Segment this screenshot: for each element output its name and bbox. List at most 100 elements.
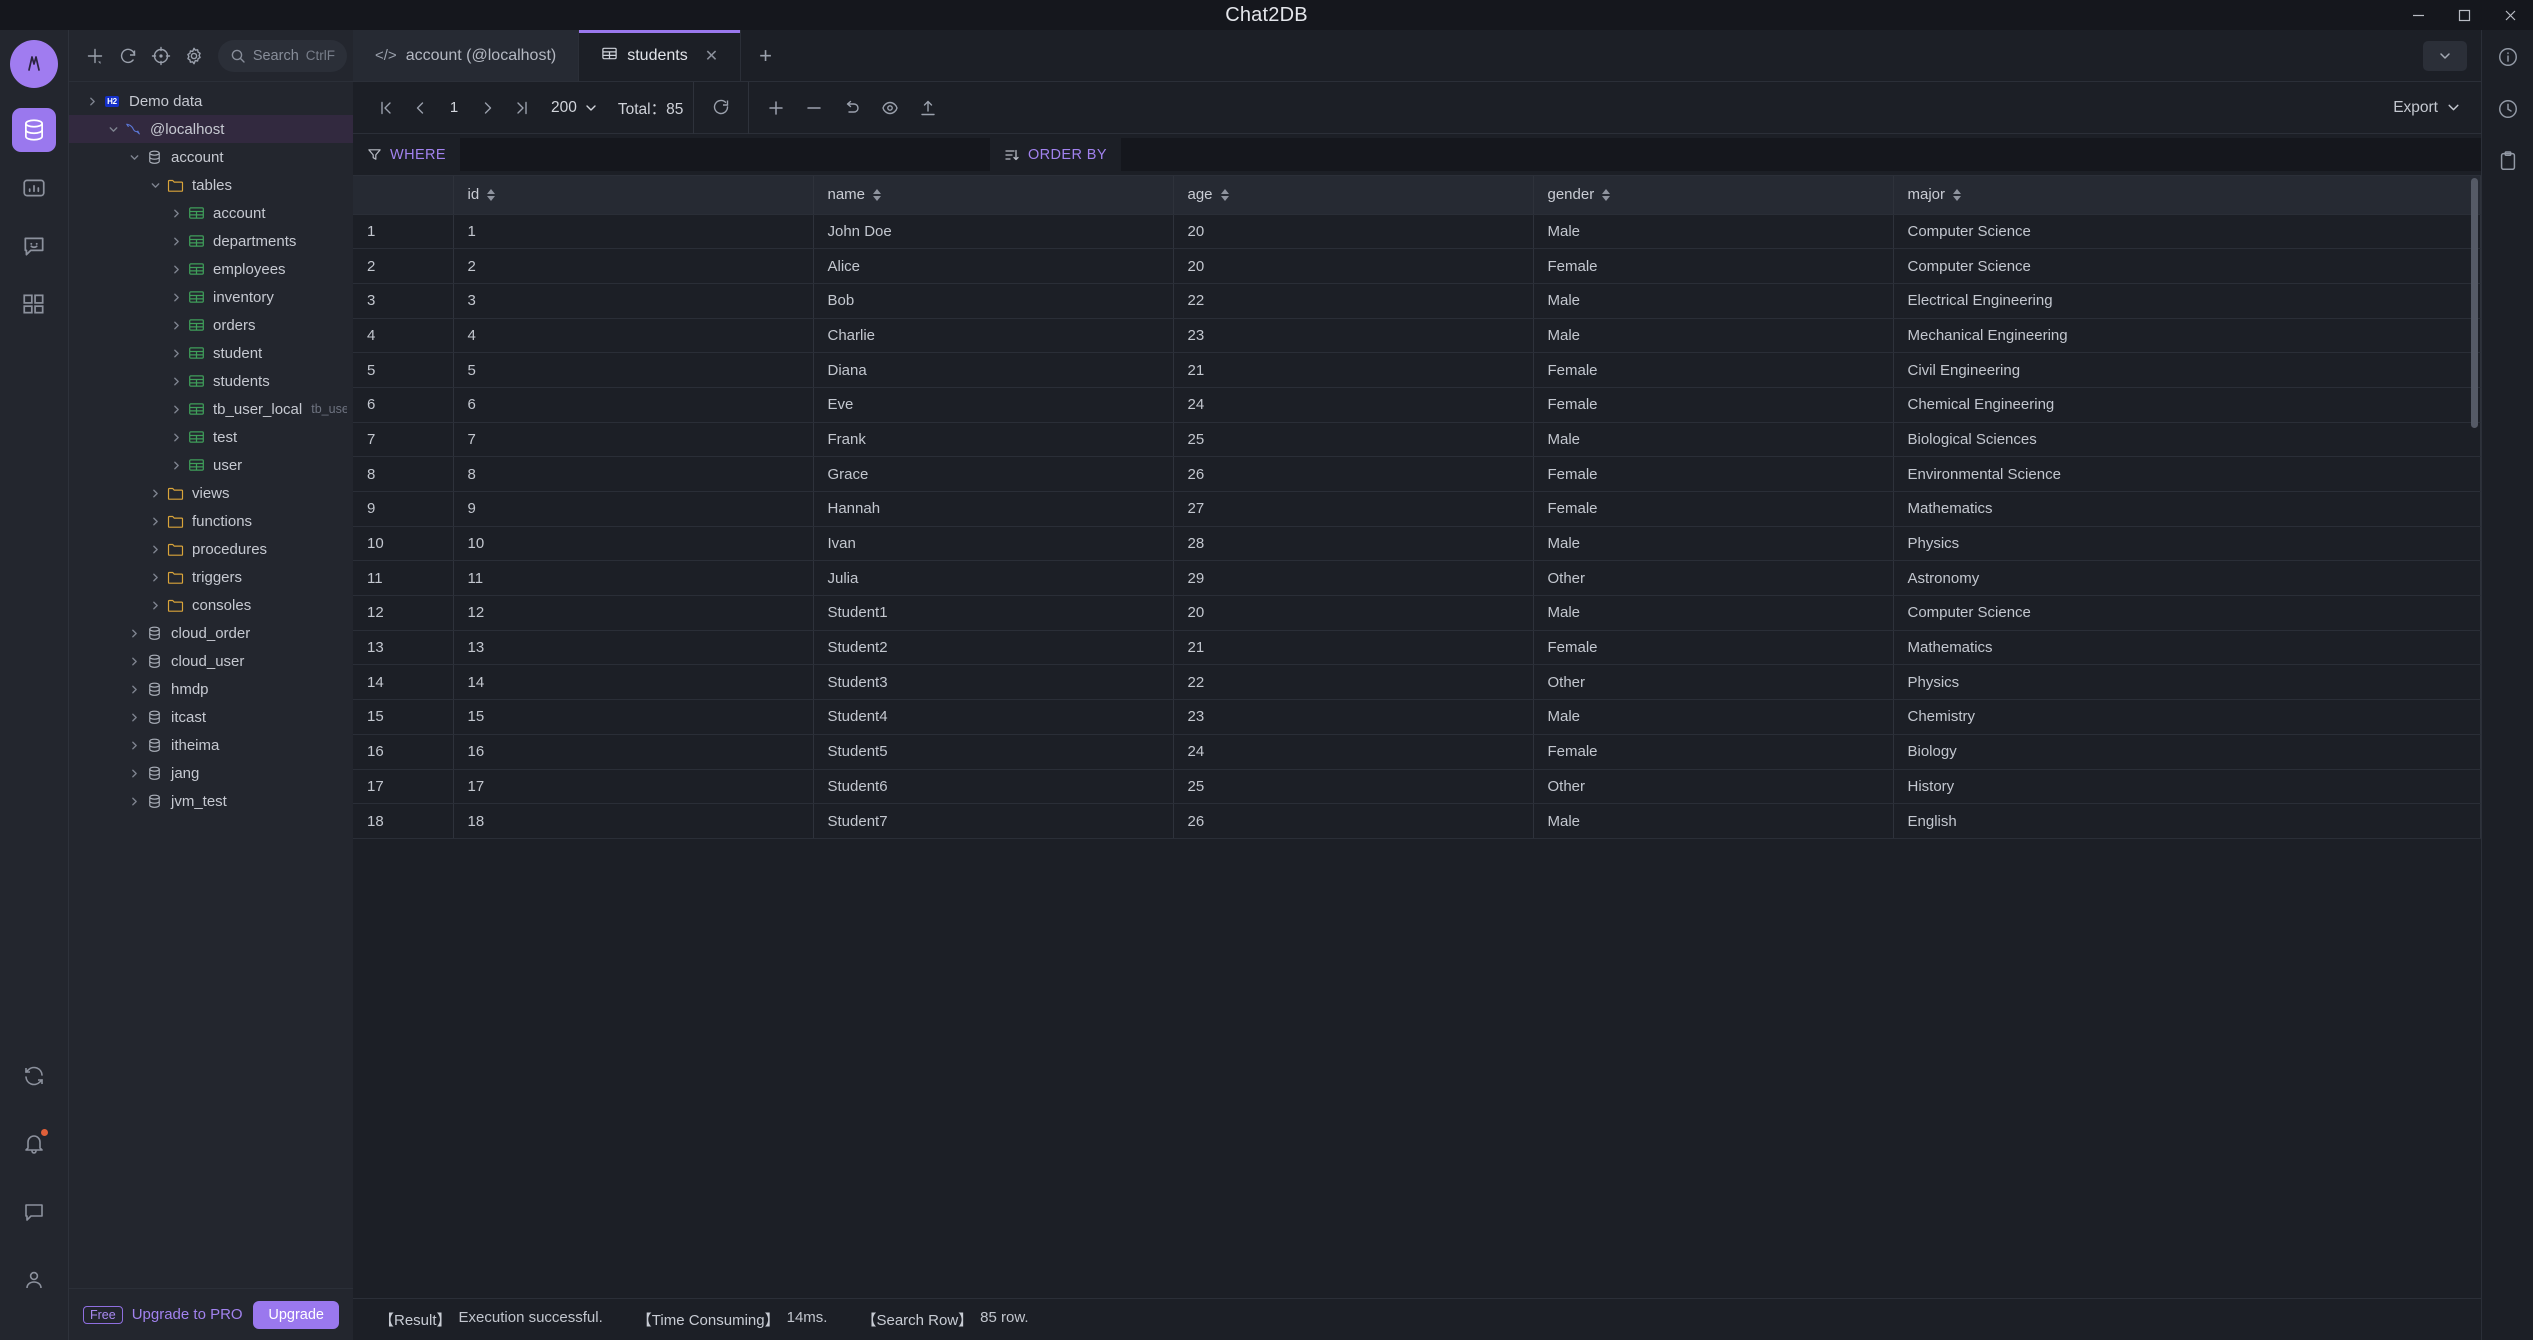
chevron-right-icon[interactable] <box>167 432 185 443</box>
chevron-right-icon[interactable] <box>167 320 185 331</box>
cell-name[interactable]: Alice <box>813 248 1174 284</box>
tree-item-student[interactable]: student <box>69 339 353 367</box>
chevron-right-icon[interactable] <box>167 264 185 275</box>
cell-name[interactable]: Diana <box>813 352 1174 388</box>
rail-item-notifications[interactable] <box>12 1122 56 1166</box>
chevron-right-icon[interactable] <box>146 572 164 583</box>
cell-id[interactable]: 3 <box>453 283 814 319</box>
cell-age[interactable]: 21 <box>1173 630 1534 666</box>
chevron-right-icon[interactable] <box>125 768 143 779</box>
tree-item-consoles[interactable]: consoles <box>69 591 353 619</box>
target-icon[interactable] <box>145 40 176 72</box>
cell-gender[interactable]: Male <box>1533 422 1894 458</box>
tree-item-students[interactable]: students <box>69 367 353 395</box>
tree-item-user[interactable]: user <box>69 451 353 479</box>
new-tab-button[interactable]: + <box>741 30 790 81</box>
cell-name[interactable]: Student5 <box>813 734 1174 770</box>
next-page-icon[interactable] <box>473 93 503 123</box>
table-row[interactable]: 17 17 Student6 25 Other History <box>353 769 2481 805</box>
search-input[interactable]: Search CtrlF <box>217 39 348 72</box>
tree-item-demo-data[interactable]: H2 Demo data <box>69 87 353 115</box>
cell-name[interactable]: John Doe <box>813 214 1174 250</box>
cell-age[interactable]: 24 <box>1173 387 1534 423</box>
cell-gender[interactable]: Male <box>1533 526 1894 562</box>
info-icon[interactable] <box>2491 40 2525 74</box>
cell-age[interactable]: 24 <box>1173 734 1534 770</box>
cell-id[interactable]: 15 <box>453 699 814 735</box>
cell-major[interactable]: Physics <box>1893 526 2481 562</box>
cell-gender[interactable]: Female <box>1533 491 1894 527</box>
sort-icon[interactable] <box>1953 188 1962 201</box>
table-row[interactable]: 10 10 Ivan 28 Male Physics <box>353 526 2481 562</box>
table-row[interactable]: 14 14 Student3 22 Other Physics <box>353 664 2481 701</box>
upgrade-to-pro-link[interactable]: Upgrade to PRO <box>132 1306 245 1323</box>
cell-major[interactable]: Computer Science <box>1893 595 2481 631</box>
cell-name[interactable]: Student6 <box>813 769 1174 805</box>
table-row[interactable]: 15 15 Student4 23 Male Chemistry <box>353 699 2481 735</box>
refresh-icon[interactable] <box>704 91 738 125</box>
cell-age[interactable]: 25 <box>1173 769 1534 805</box>
chevron-right-icon[interactable] <box>125 656 143 667</box>
cell-major[interactable]: Environmental Science <box>1893 456 2481 492</box>
cell-gender[interactable]: Female <box>1533 352 1894 388</box>
table-row[interactable]: 12 12 Student1 20 Male Computer Science <box>353 595 2481 631</box>
chevron-down-icon[interactable] <box>146 180 164 191</box>
cell-gender[interactable]: Male <box>1533 699 1894 735</box>
cell-gender[interactable]: Female <box>1533 630 1894 666</box>
chevron-right-icon[interactable] <box>146 516 164 527</box>
rail-item-extensions[interactable] <box>12 282 56 326</box>
cell-age[interactable]: 21 <box>1173 352 1534 388</box>
cell-major[interactable]: English <box>1893 803 2481 839</box>
cell-gender[interactable]: Male <box>1533 595 1894 631</box>
cell-major[interactable]: Mechanical Engineering <box>1893 318 2481 354</box>
chevron-right-icon[interactable] <box>125 628 143 639</box>
cell-name[interactable]: Charlie <box>813 318 1174 354</box>
cell-major[interactable]: Physics <box>1893 664 2481 701</box>
where-input[interactable] <box>459 138 990 171</box>
cell-age[interactable]: 20 <box>1173 248 1534 284</box>
maximize-button[interactable] <box>2441 0 2487 30</box>
tree-item-views[interactable]: views <box>69 479 353 507</box>
cell-id[interactable]: 2 <box>453 248 814 284</box>
tree-item-employees[interactable]: employees <box>69 255 353 283</box>
chevron-right-icon[interactable] <box>167 348 185 359</box>
tab-account[interactable]: </> account (@localhost) <box>353 30 580 81</box>
tree-item-procedures[interactable]: procedures <box>69 535 353 563</box>
cell-name[interactable]: Bob <box>813 283 1174 319</box>
first-page-icon[interactable] <box>371 93 401 123</box>
cell-gender[interactable]: Male <box>1533 283 1894 319</box>
chevron-right-icon[interactable] <box>125 712 143 723</box>
last-page-icon[interactable] <box>507 93 537 123</box>
tree-item-functions[interactable]: functions <box>69 507 353 535</box>
rail-item-database[interactable] <box>12 108 56 152</box>
close-icon[interactable]: ✕ <box>705 46 718 66</box>
table-row[interactable]: 13 13 Student2 21 Female Mathematics <box>353 630 2481 666</box>
sort-icon[interactable] <box>1220 188 1229 201</box>
cell-id[interactable]: 11 <box>453 560 814 597</box>
chevron-right-icon[interactable] <box>146 488 164 499</box>
cell-gender[interactable]: Other <box>1533 769 1894 805</box>
cell-id[interactable]: 18 <box>453 803 814 839</box>
chevron-right-icon[interactable] <box>146 544 164 555</box>
upload-icon[interactable] <box>911 91 945 125</box>
cell-age[interactable]: 23 <box>1173 318 1534 354</box>
minimize-button[interactable] <box>2395 0 2441 30</box>
chevron-down-icon[interactable] <box>2423 40 2467 71</box>
sort-icon[interactable] <box>873 188 882 201</box>
cell-major[interactable]: Astronomy <box>1893 560 2481 597</box>
cell-id[interactable]: 1 <box>453 214 814 250</box>
tree-item-account[interactable]: account <box>69 199 353 227</box>
clipboard-icon[interactable] <box>2491 144 2525 178</box>
grid-header-id[interactable]: id <box>453 176 814 215</box>
cell-name[interactable]: Student3 <box>813 664 1174 701</box>
cell-gender[interactable]: Other <box>1533 664 1894 701</box>
grid-header-name[interactable]: name <box>813 176 1174 215</box>
grid-header-age[interactable]: age <box>1173 176 1534 215</box>
cell-gender[interactable]: Female <box>1533 734 1894 770</box>
tree-item-jvm-test[interactable]: jvm_test <box>69 787 353 815</box>
cell-id[interactable]: 7 <box>453 422 814 458</box>
tree-item-itcast[interactable]: itcast <box>69 703 353 731</box>
tree-item-cloud-user[interactable]: cloud_user <box>69 647 353 675</box>
cell-id[interactable]: 13 <box>453 630 814 666</box>
table-row[interactable]: 8 8 Grace 26 Female Environmental Science <box>353 456 2481 492</box>
